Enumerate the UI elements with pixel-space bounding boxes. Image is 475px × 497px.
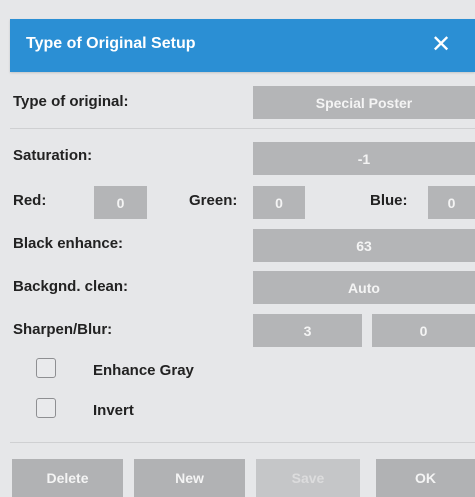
green-field[interactable]: 0: [253, 186, 305, 219]
divider: [10, 128, 475, 129]
enhance-gray-checkbox[interactable]: [36, 358, 56, 378]
type-of-original-setup-dialog: Type of Original Setup ✕ Type of origina…: [10, 10, 475, 497]
ok-button[interactable]: OK: [376, 459, 475, 497]
new-button[interactable]: New: [134, 459, 245, 497]
dialog-title: Type of Original Setup: [26, 35, 196, 52]
blur-field[interactable]: 0: [372, 314, 475, 347]
save-button[interactable]: Save: [256, 459, 360, 497]
invert-label: Invert: [93, 402, 134, 419]
green-label: Green:: [189, 192, 238, 209]
black-enhance-label: Black enhance:: [13, 235, 124, 252]
sharpen-blur-label: Sharpen/Blur:: [13, 321, 113, 338]
blue-label: Blue:: [370, 192, 408, 209]
red-field[interactable]: 0: [94, 186, 147, 219]
close-icon[interactable]: ✕: [425, 29, 457, 61]
enhance-gray-label: Enhance Gray: [93, 362, 194, 379]
type-of-original-field[interactable]: Special Poster: [253, 86, 475, 119]
background-clean-label: Backgnd. clean:: [13, 278, 129, 295]
black-enhance-field[interactable]: 63: [253, 229, 475, 262]
background-clean-field[interactable]: Auto: [253, 271, 475, 304]
divider: [10, 442, 475, 443]
title-bar: Type of Original Setup ✕: [10, 19, 475, 72]
type-of-original-label: Type of original:: [13, 93, 129, 110]
blue-field[interactable]: 0: [428, 186, 475, 219]
sharpen-field[interactable]: 3: [253, 314, 362, 347]
saturation-label: Saturation:: [13, 147, 93, 164]
invert-checkbox[interactable]: [36, 398, 56, 418]
saturation-field[interactable]: -1: [253, 142, 475, 175]
red-label: Red:: [13, 192, 47, 209]
delete-button[interactable]: Delete: [12, 459, 123, 497]
